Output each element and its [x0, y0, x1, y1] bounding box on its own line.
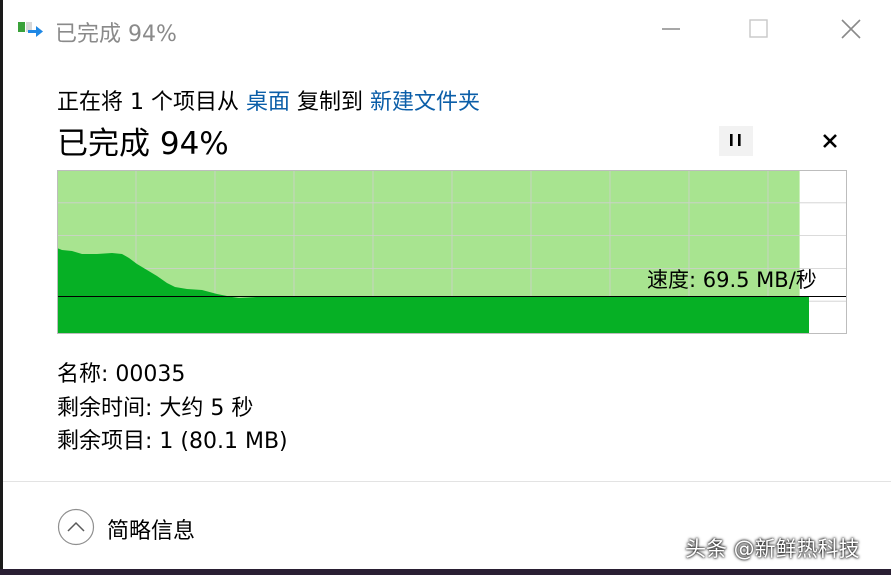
title-bar: 已完成 94% [3, 0, 891, 57]
fewer-details-button[interactable]: 简略信息 [107, 513, 195, 545]
operation-description: 正在将 1 个项目从 桌面 复制到 新建文件夹 [57, 84, 480, 116]
destination-link[interactable]: 新建文件夹 [370, 90, 480, 115]
cancel-icon[interactable] [815, 126, 845, 156]
taskbar-edge [0, 569, 891, 575]
watermark: 头条 @新鲜热科技 [685, 537, 860, 561]
speed-label: 速度: 69.5 MB/秒 [647, 268, 817, 292]
time-remaining: 剩余时间: 大约 5 秒 [57, 396, 254, 421]
operation-prefix: 正在将 1 个项目从 [57, 90, 246, 115]
file-name: 名称: 00035 [57, 362, 186, 387]
progress-status: 已完成 94% [57, 126, 229, 162]
operation-middle: 复制到 [290, 90, 370, 115]
window-title: 已完成 94% [55, 22, 177, 47]
minimize-icon[interactable] [651, 12, 691, 46]
footer-divider [3, 481, 891, 482]
source-link[interactable]: 桌面 [246, 90, 290, 115]
file-copy-icon [18, 22, 43, 37]
items-remaining: 剩余项目: 1 (80.1 MB) [57, 429, 288, 454]
copy-progress-dialog: 已完成 94% 正在将 1 个项目从 桌面 复制到 新建文件夹 已完成 94% … [3, 0, 891, 569]
pause-icon[interactable] [719, 126, 753, 156]
close-icon[interactable] [831, 12, 871, 46]
maximize-icon[interactable] [738, 12, 778, 46]
chevron-up-icon[interactable] [57, 508, 95, 546]
speed-graph [57, 170, 847, 334]
